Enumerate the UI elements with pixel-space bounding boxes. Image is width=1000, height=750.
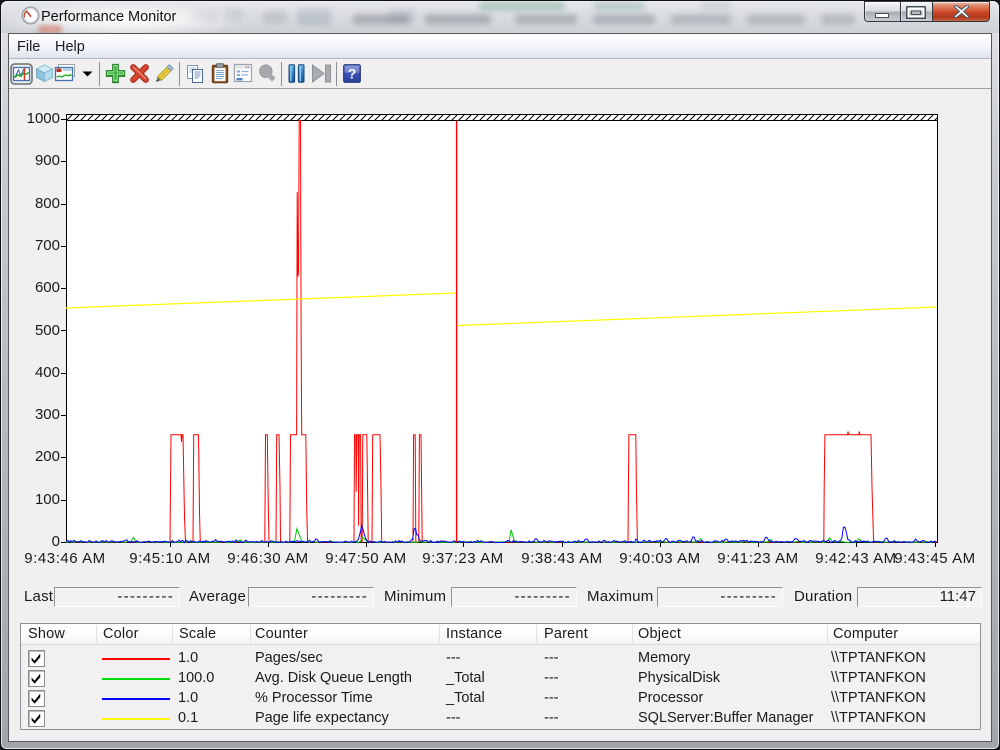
svg-text:?: ?: [348, 66, 357, 82]
